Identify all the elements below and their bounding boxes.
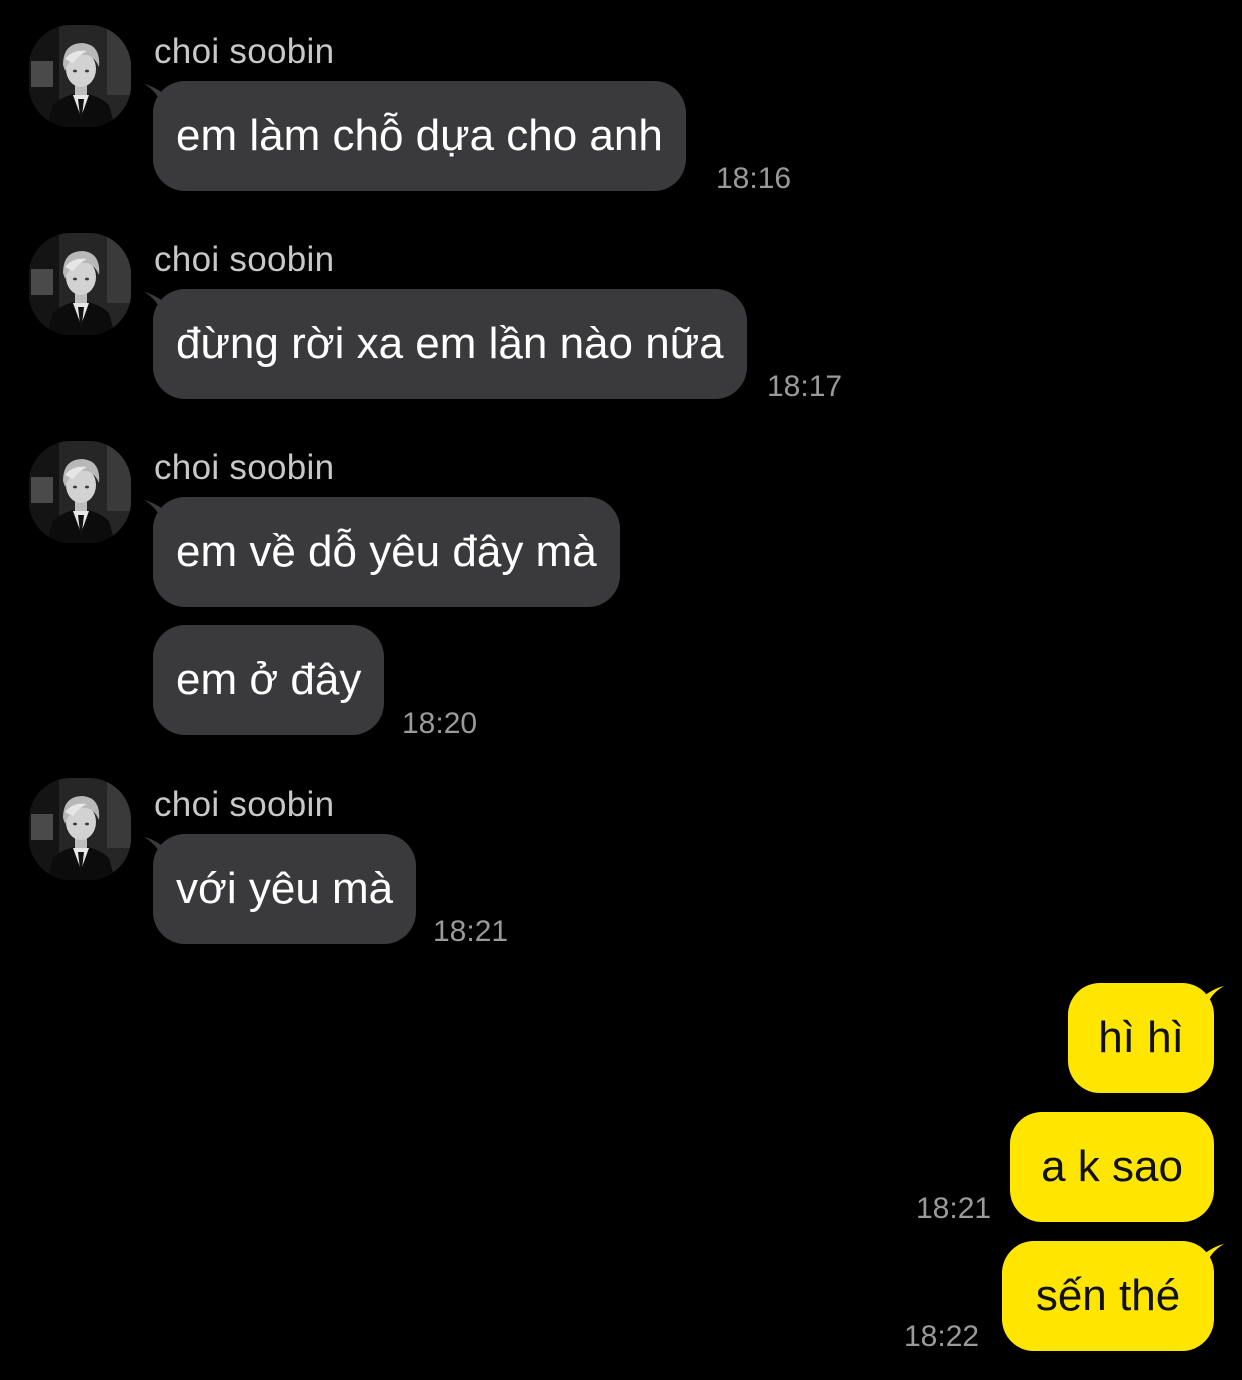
message-timestamp: 18:21 (433, 915, 509, 948)
profile-photo-avatar (29, 441, 131, 543)
sender-name: choi soobin (154, 32, 335, 71)
incoming-message-bubble[interactable]: em làm chỗ dựa cho anh (153, 81, 686, 191)
sender-avatar[interactable] (29, 778, 131, 880)
outgoing-message-bubble[interactable]: a k sao (1010, 1112, 1214, 1222)
message-timestamp: 18:20 (402, 707, 478, 740)
message-timestamp: 18:21 (916, 1192, 992, 1225)
incoming-message-bubble[interactable]: với yêu mà (153, 834, 417, 944)
outgoing-message-bubble[interactable]: sến thé (1002, 1241, 1214, 1351)
sender-name: choi soobin (154, 448, 335, 487)
incoming-message-bubble[interactable]: đừng rời xa em lần nào nữa (153, 289, 747, 399)
sender-name: choi soobin (154, 240, 335, 279)
profile-photo-avatar (29, 778, 131, 880)
sender-avatar[interactable] (29, 25, 131, 127)
profile-photo-avatar (29, 233, 131, 335)
sender-name: choi soobin (154, 785, 335, 824)
sender-avatar[interactable] (29, 441, 131, 543)
profile-photo-avatar (29, 25, 131, 127)
outgoing-message-bubble[interactable]: hì hì (1068, 983, 1214, 1093)
message-timestamp: 18:17 (767, 370, 843, 403)
incoming-message-bubble[interactable]: em ở đây (153, 625, 385, 735)
message-timestamp: 18:22 (904, 1320, 980, 1353)
message-timestamp: 18:16 (716, 162, 792, 195)
incoming-message-bubble[interactable]: em về dỗ yêu đây mà (153, 497, 620, 607)
sender-avatar[interactable] (29, 233, 131, 335)
